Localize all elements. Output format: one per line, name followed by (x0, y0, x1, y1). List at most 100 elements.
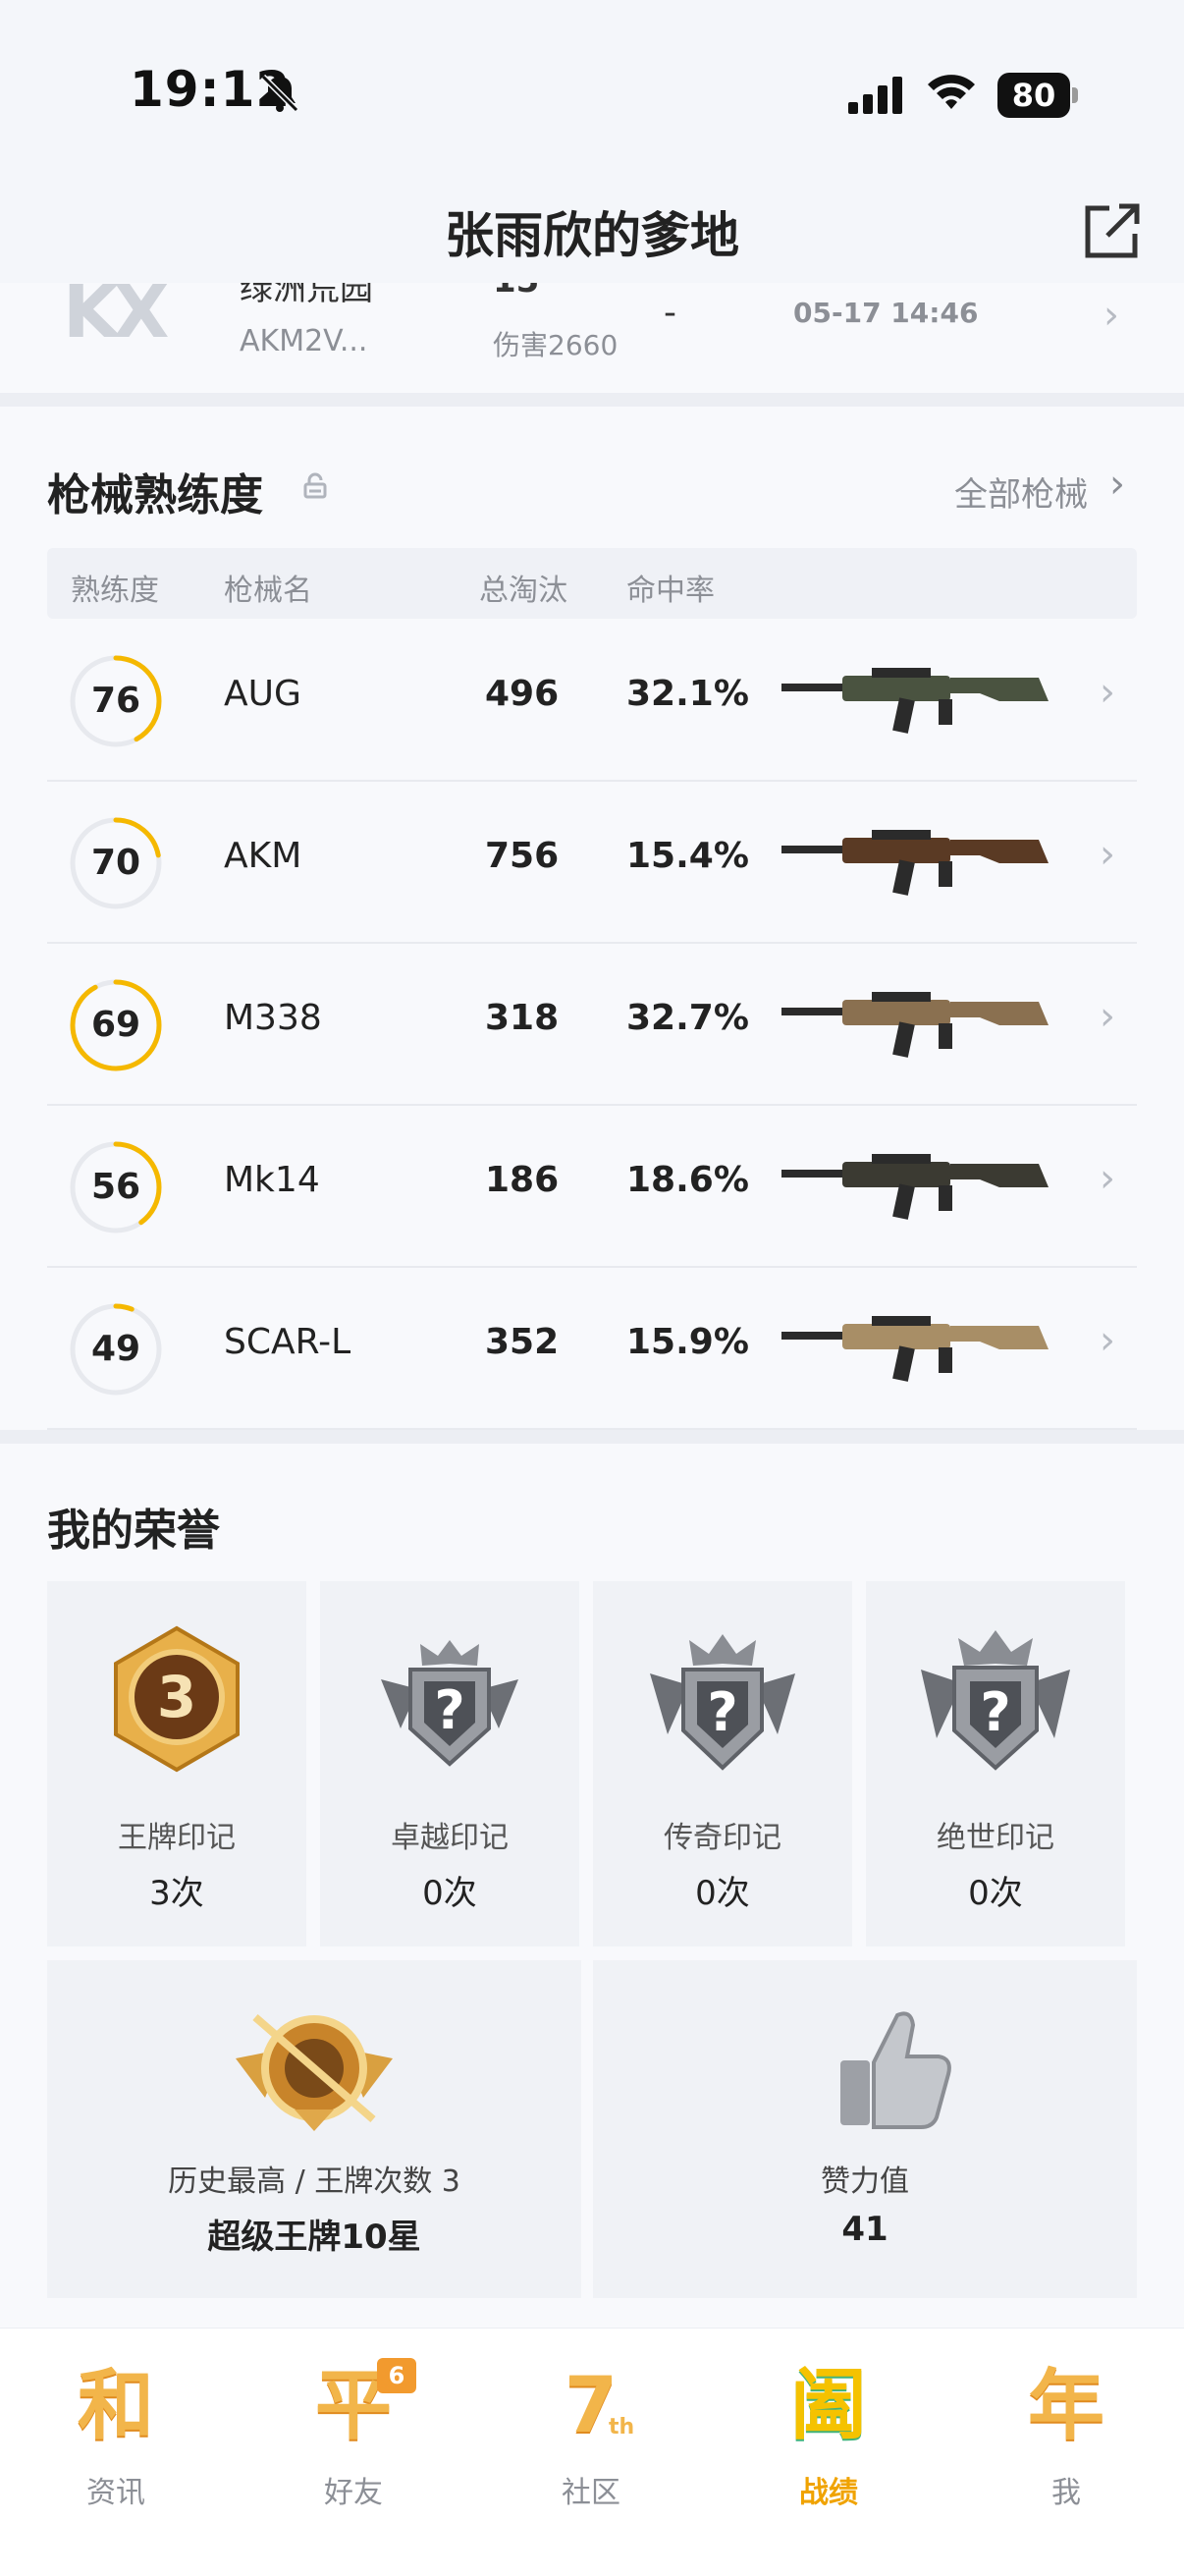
mastery-value: 56 (90, 1167, 141, 1207)
mastery-value: 69 (90, 1005, 141, 1045)
weapon-name: Mk14 (224, 1160, 320, 1200)
nav-label: 我 (1051, 2476, 1081, 2510)
weapon-hit-rate: 18.6% (626, 1160, 749, 1200)
nav-label-active: 战绩 (799, 2476, 858, 2510)
honor-card-excellent[interactable]: ? 卓越印记 0次 (320, 1581, 579, 1946)
locked-badge-mark: ? (707, 1681, 737, 1743)
weapon-kills: 352 (485, 1322, 560, 1362)
locked-badge-icon: ? (921, 1630, 1070, 1771)
share-icon[interactable] (1080, 198, 1145, 263)
weapon-image-icon (781, 1316, 1049, 1382)
weapon-image-icon (781, 992, 1049, 1058)
weapon-name: M338 (224, 998, 322, 1038)
wifi-icon (928, 75, 975, 109)
weapon-row[interactable]: 76 AUG 496 32.1% › (47, 619, 1137, 782)
weapon-kills: 186 (485, 1160, 560, 1200)
lock-icon[interactable] (300, 471, 330, 501)
weapon-row[interactable]: 56 Mk14 186 18.6% › (47, 1105, 1137, 1268)
news-tab-icon: 和 (77, 2362, 154, 2450)
section-title: 我的荣誉 (47, 1506, 220, 1556)
highest-tier-card[interactable]: 历史最高 / 王牌次数 3 超级王牌10星 (47, 1960, 581, 2298)
map-logo-icon: KX (63, 283, 169, 355)
honor-card-ace[interactable]: 3 王牌印记 3次 (47, 1581, 306, 1946)
ace-mark-badge-icon: 3 (114, 1625, 240, 1773)
me-tab-icon: 年 (1027, 2362, 1104, 2450)
ace-mark-number: 3 (157, 1664, 196, 1730)
nav-friends[interactable]: 平 6 好友 (265, 2348, 442, 2545)
notification-badge: 6 (377, 2358, 416, 2393)
weapon-image-icon (781, 830, 1049, 896)
match-weapon: AKM2V... (240, 324, 368, 358)
honor-label: 绝世印记 (937, 1821, 1054, 1855)
weapon-row[interactable]: 69 M338 318 32.7% › (47, 943, 1137, 1106)
tab-icon-superscript: th (609, 2415, 635, 2439)
nav-community[interactable]: 7 th 社区 (503, 2348, 679, 2545)
battery-indicator: 80 (997, 73, 1078, 118)
mastery-ring: 69 (67, 976, 165, 1074)
col-mastery: 熟练度 (71, 574, 159, 608)
section-title: 枪械熟练度 (47, 470, 263, 521)
nav-label: 好友 (324, 2476, 383, 2510)
chevron-right-icon: › (1100, 670, 1115, 715)
weapon-name: AUG (224, 674, 301, 714)
weapon-mastery-section: 枪械熟练度 全部枪械 › 熟练度 枪械名 总淘汰 命中率 76 AUG 496 32.… (0, 407, 1184, 1430)
battery-level: 80 (997, 73, 1070, 118)
locked-badge-mark: ? (980, 1681, 1010, 1743)
mastery-ring: 56 (67, 1138, 165, 1236)
weapon-table-header: 熟练度 枪械名 总淘汰 命中率 (47, 548, 1137, 619)
weapon-kills: 756 (485, 836, 560, 876)
honor-card-peerless[interactable]: ? 绝世印记 0次 (866, 1581, 1125, 1946)
chevron-right-icon: › (1100, 994, 1115, 1039)
match-rank: - (664, 293, 676, 333)
weapon-kills: 318 (485, 998, 560, 1038)
bell-muted-icon (260, 74, 299, 113)
honor-count: 0次 (695, 1874, 750, 1913)
chevron-right-icon: › (1100, 1156, 1115, 1201)
nav-news[interactable]: 和 资讯 (27, 2348, 204, 2545)
weapon-name: AKM (224, 836, 302, 876)
col-kills: 总淘汰 (479, 574, 567, 608)
honor-card-legend[interactable]: ? 传奇印记 0次 (593, 1581, 852, 1946)
section-divider (0, 1430, 1184, 1444)
chevron-right-icon: › (1100, 1318, 1115, 1363)
locked-badge-icon: ? (381, 1640, 518, 1767)
likes-value: 41 (841, 2210, 888, 2249)
nav-me[interactable]: 年 我 (978, 2348, 1155, 2545)
honor-label: 王牌印记 (118, 1821, 236, 1855)
weapon-row[interactable]: 70 AKM 756 15.4% › (47, 781, 1137, 944)
match-damage: 伤害2660 (493, 329, 619, 361)
locked-badge-mark: ? (434, 1679, 464, 1741)
honors-section: 我的荣誉 3 王牌印记 3次 ? 卓越印记 0次 ? 传奇印记 0次 ? 绝世印… (0, 1444, 1184, 2328)
page-title: 张雨欣的爹地 (445, 207, 739, 264)
match-time: 05-17 14:46 (793, 297, 979, 329)
all-weapons-link[interactable]: 全部枪械 (954, 467, 1088, 516)
nav-label: 资讯 (86, 2476, 145, 2510)
weapon-image-icon (781, 668, 1049, 734)
nav-label: 社区 (562, 2476, 620, 2510)
chevron-right-icon: › (1100, 832, 1115, 877)
section-divider (0, 393, 1184, 407)
highest-tier-value: 超级王牌10星 (207, 2218, 421, 2257)
weapon-hit-rate: 15.4% (626, 836, 749, 876)
honor-count: 3次 (149, 1874, 204, 1913)
bottom-nav: 和 资讯 平 6 好友 7 th 社区 阖 战绩 年 我 (0, 2328, 1184, 2576)
mastery-ring: 70 (67, 814, 165, 912)
chevron-right-icon[interactable]: › (1109, 462, 1125, 507)
likes-card[interactable]: 赞力值 41 (593, 1960, 1137, 2298)
weapon-image-icon (781, 1154, 1049, 1220)
honor-label: 卓越印记 (391, 1821, 509, 1855)
weapon-hit-rate: 15.9% (626, 1322, 749, 1362)
match-record-row[interactable]: KX 绿洲荒园 AKM2V... 15 伤害2660 - 05-17 14:46… (0, 283, 1184, 393)
weapon-name: SCAR-L (224, 1322, 351, 1362)
mastery-value: 70 (90, 843, 141, 883)
weapon-hit-rate: 32.7% (626, 998, 749, 1038)
weapon-row[interactable]: 49 SCAR-L 352 15.9% › (47, 1267, 1137, 1430)
col-hit-rate: 命中率 (626, 574, 715, 608)
super-ace-badge-icon (236, 2013, 393, 2131)
nav-records[interactable]: 阖 战绩 (740, 2348, 917, 2545)
weapon-hit-rate: 32.1% (626, 674, 749, 714)
honor-label: 传奇印记 (664, 1821, 781, 1855)
honor-count: 0次 (968, 1874, 1023, 1913)
chevron-right-icon: › (1103, 293, 1119, 338)
thumbs-up-icon (840, 2011, 951, 2129)
